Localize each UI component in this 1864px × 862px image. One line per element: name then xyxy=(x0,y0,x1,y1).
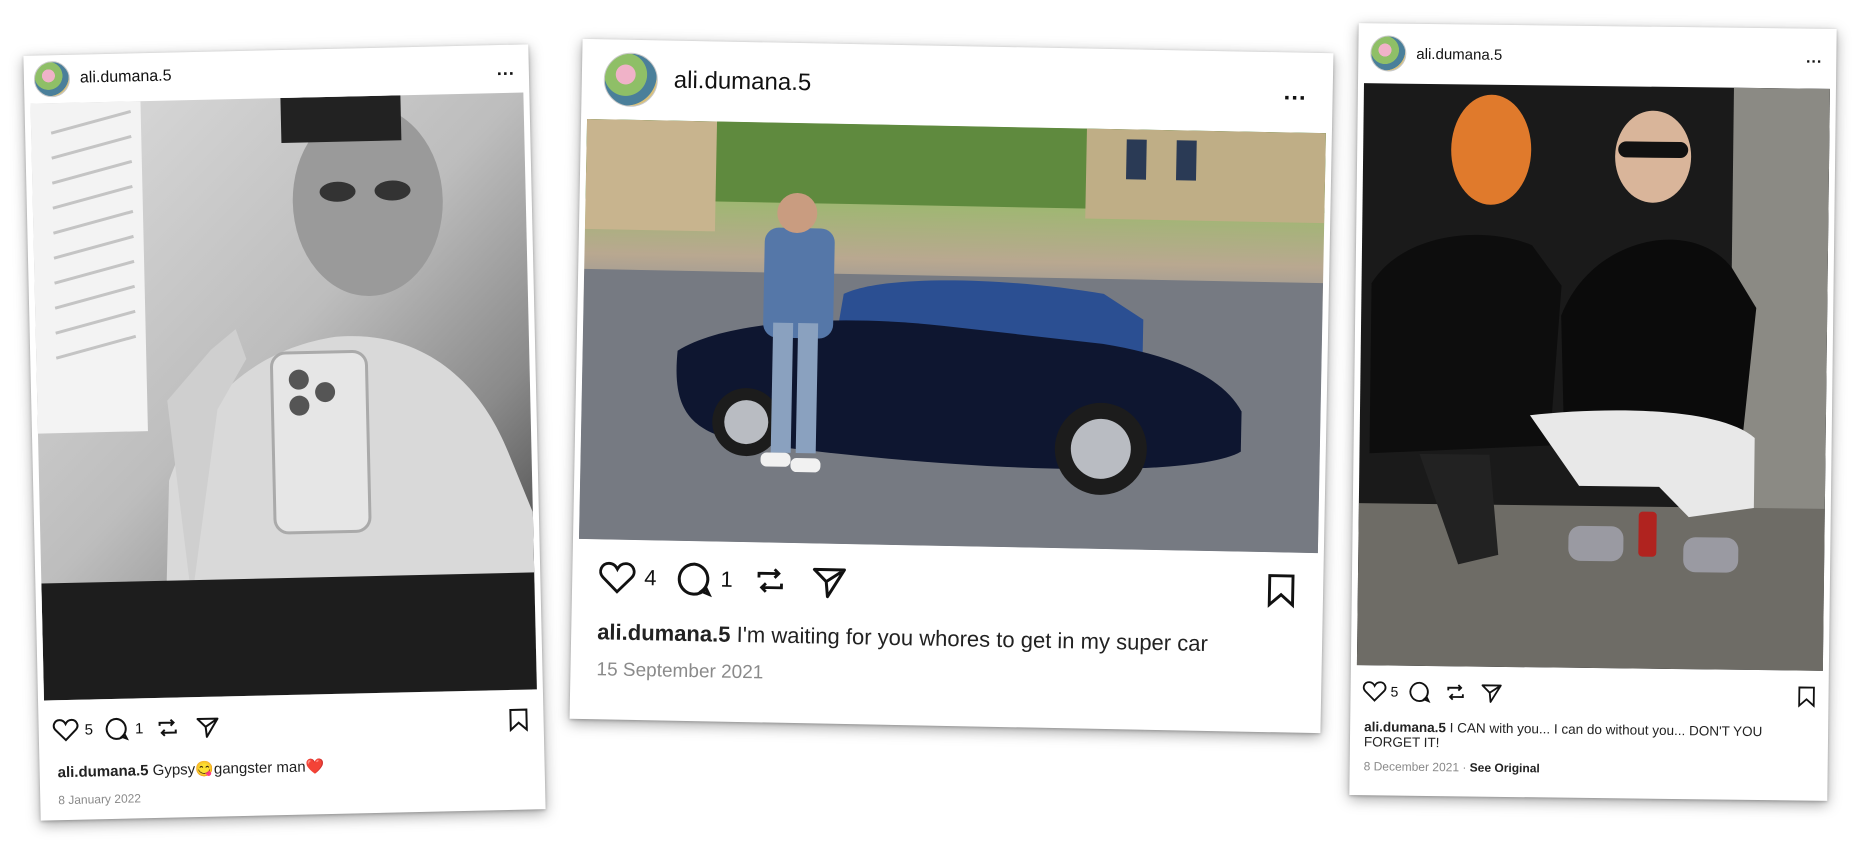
bookmark-icon[interactable] xyxy=(1265,572,1298,609)
more-options-icon[interactable]: ... xyxy=(497,58,515,79)
comment-count: 1 xyxy=(134,719,144,737)
more-options-icon[interactable]: ... xyxy=(1806,50,1823,68)
post-photo[interactable] xyxy=(578,118,1326,554)
caption: ali.dumana.5 I CAN with you... I can do … xyxy=(1364,719,1804,754)
like-count: 5 xyxy=(1390,683,1399,700)
post-photo[interactable] xyxy=(1356,83,1830,671)
bookmark-icon[interactable] xyxy=(1796,686,1816,708)
action-bar: 4 1 xyxy=(572,549,1324,619)
photo-content xyxy=(578,118,1326,554)
caption-text-2: gangster man xyxy=(213,758,306,778)
like-count: 4 xyxy=(644,565,657,591)
post-card-2: ali.dumana.5 ... 4 1 ali.dumana.5 I'm wa… xyxy=(569,38,1334,734)
heart-icon[interactable] xyxy=(598,560,637,595)
post-header: ali.dumana.5 ... xyxy=(581,39,1333,133)
share-icon[interactable] xyxy=(810,563,847,600)
action-bar: 5 xyxy=(1350,671,1828,717)
avatar[interactable] xyxy=(603,52,659,108)
username[interactable]: ali.dumana.5 xyxy=(80,67,172,87)
repost-icon[interactable] xyxy=(155,715,180,740)
emoji: 😋 xyxy=(194,760,215,779)
action-bar: 5 1 xyxy=(38,694,544,755)
photo-content xyxy=(1356,87,1830,671)
post-header: ali.dumana.5 ... xyxy=(1358,23,1837,89)
heart-icon[interactable] xyxy=(52,718,79,743)
comment-icon[interactable] xyxy=(105,717,130,742)
caption-text: Gypsy xyxy=(152,761,196,780)
caption-text: I'm waiting for you whores to get in my … xyxy=(736,621,1209,656)
caption: ali.dumana.5 I'm waiting for you whores … xyxy=(597,619,1208,657)
like-count: 5 xyxy=(84,720,94,739)
caption-username[interactable]: ali.dumana.5 xyxy=(597,619,731,647)
caption-username[interactable]: ali.dumana.5 xyxy=(57,762,148,781)
more-options-icon[interactable]: ... xyxy=(1283,78,1307,106)
share-icon[interactable] xyxy=(1480,682,1502,704)
post-card-1: ali.dumana.5 ... 5 1 ali.dumana.5 Gypsy😋… xyxy=(23,44,546,821)
avatar[interactable] xyxy=(33,60,71,98)
post-date-row: 8 December 2021 · See Original xyxy=(1364,759,1540,775)
separator: · xyxy=(1462,760,1467,775)
repost-icon[interactable] xyxy=(752,563,787,598)
comment-icon[interactable] xyxy=(676,561,713,598)
post-photo[interactable] xyxy=(30,92,537,701)
heart-icon[interactable] xyxy=(1362,680,1387,702)
username[interactable]: ali.dumana.5 xyxy=(674,67,812,98)
avatar[interactable] xyxy=(1370,35,1407,72)
post-date: 8 December 2021 xyxy=(1363,759,1460,775)
comment-icon[interactable] xyxy=(1408,681,1431,703)
username[interactable]: ali.dumana.5 xyxy=(1416,45,1502,63)
see-original-link[interactable]: See Original xyxy=(1470,761,1540,776)
caption: ali.dumana.5 Gypsy😋gangster man❤️ xyxy=(57,757,324,781)
repost-icon[interactable] xyxy=(1444,681,1466,703)
post-date: 15 September 2021 xyxy=(596,659,764,684)
post-card-3: ali.dumana.5 ... 5 ali.dumana.5 I CAN wi… xyxy=(1349,23,1837,801)
caption-username[interactable]: ali.dumana.5 xyxy=(1364,719,1446,735)
comment-count: 1 xyxy=(720,566,733,592)
bookmark-icon[interactable] xyxy=(507,708,530,733)
post-date: 8 January 2022 xyxy=(58,791,142,808)
share-icon[interactable] xyxy=(195,715,220,740)
heart-emoji: ❤️ xyxy=(305,758,325,776)
photo-content xyxy=(30,95,537,701)
